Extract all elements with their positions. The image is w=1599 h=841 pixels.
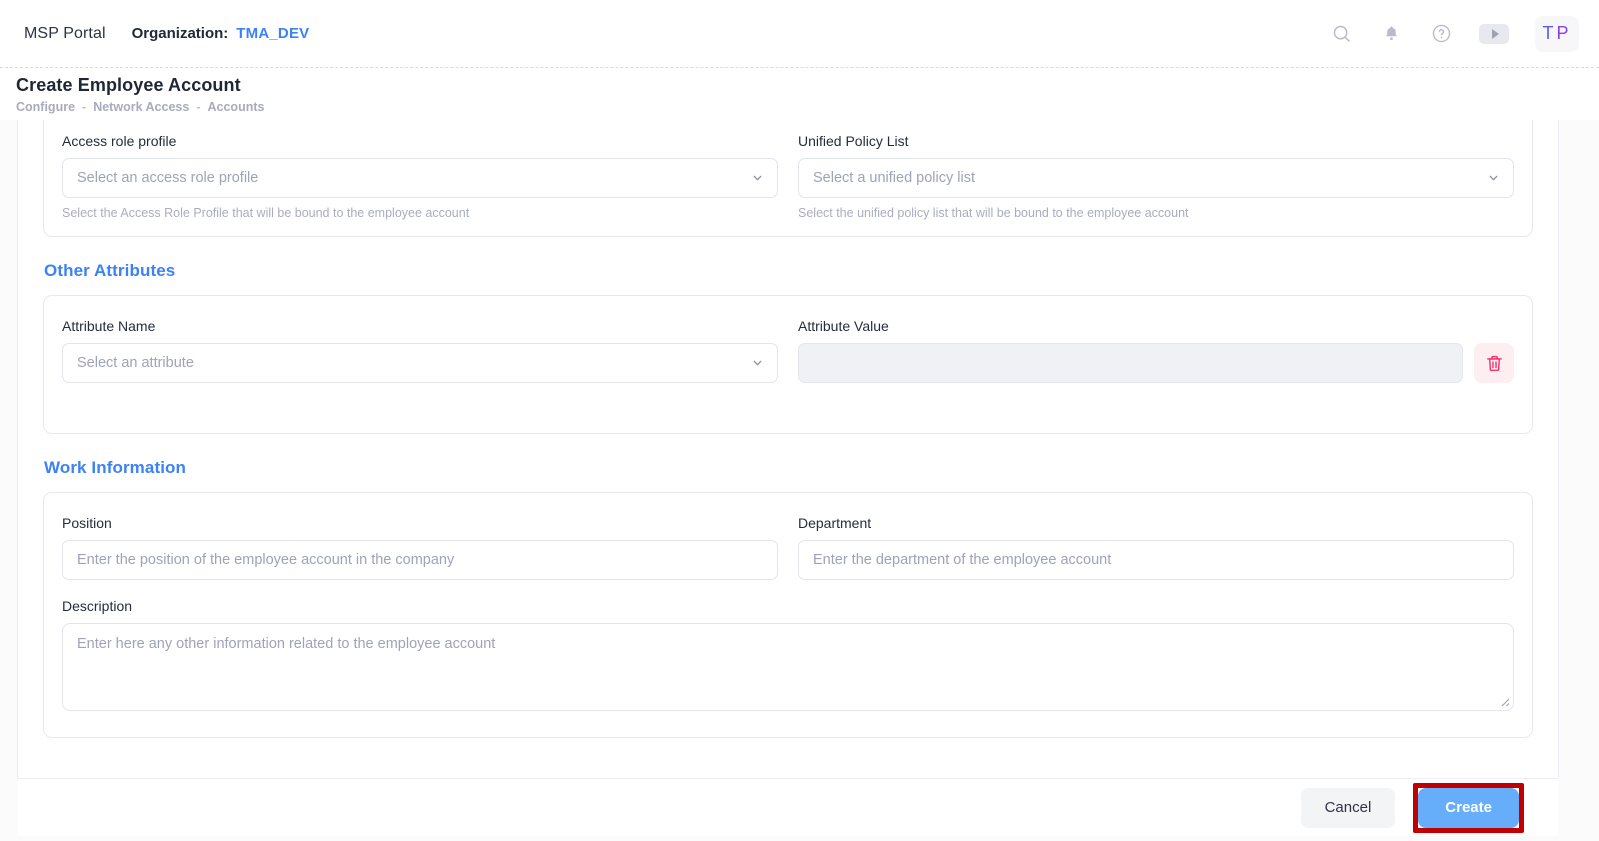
description-placeholder: Enter here any other information related… — [77, 636, 496, 652]
breadcrumb-item-network-access[interactable]: Network Access — [93, 100, 189, 114]
attribute-value-group: Attribute Value — [798, 318, 1514, 383]
topbar-left-group: MSP Portal Organization: TMA_DEV — [0, 25, 309, 43]
attribute-value-label: Attribute Value — [798, 318, 889, 334]
avatar-initial-first: T — [1542, 23, 1557, 43]
attribute-row: Attribute Name Select an attribute Attri… — [44, 318, 1532, 383]
app-root: MSP Portal Organization: TMA_DEV T P Cre… — [0, 0, 1599, 841]
video-play-icon[interactable] — [1479, 23, 1509, 44]
department-placeholder: Enter the department of the employee acc… — [813, 552, 1112, 568]
unified-policy-list-hint: Select the unified policy list that will… — [798, 206, 1189, 220]
help-circle-icon[interactable] — [1429, 22, 1453, 46]
breadcrumb-item-configure[interactable]: Configure — [16, 100, 75, 114]
position-label: Position — [62, 515, 112, 531]
create-button-highlight-wrapper: Create — [1413, 782, 1524, 833]
breadcrumb: Configure - Network Access - Accounts — [16, 100, 1599, 114]
avatar[interactable]: T P — [1535, 15, 1579, 52]
organization-selector[interactable]: Organization: TMA_DEV — [132, 25, 310, 42]
attribute-name-select[interactable]: Select an attribute — [62, 343, 778, 383]
unified-policy-list-group: Unified Policy List Select a unified pol… — [798, 133, 1514, 220]
access-settings-row: Access role profile Select an access rol… — [44, 133, 1532, 220]
page-title: Create Employee Account — [16, 75, 241, 95]
topbar-right-group: T P — [1329, 15, 1599, 52]
attribute-value-row — [798, 343, 1514, 383]
department-group: Department Enter the department of the e… — [798, 515, 1514, 580]
avatar-initial-second: P — [1556, 23, 1572, 43]
access-role-profile-hint: Select the Access Role Profile that will… — [62, 206, 470, 220]
organization-label: Organization: — [131, 25, 229, 42]
access-settings-card: Access role profile Select an access rol… — [43, 120, 1533, 237]
work-info-row: Position Enter the position of the emplo… — [44, 515, 1532, 580]
attribute-value-input — [798, 343, 1463, 383]
app-brand-label[interactable]: MSP Portal — [24, 25, 106, 43]
other-attributes-card: Attribute Name Select an attribute Attri… — [43, 295, 1533, 434]
cancel-button[interactable]: Cancel — [1300, 787, 1396, 828]
breadcrumb-separator: - — [196, 100, 201, 114]
form-scroll-region[interactable]: Access role profile Select an access rol… — [0, 120, 1599, 778]
attribute-name-placeholder: Select an attribute — [77, 355, 194, 371]
trash-icon — [1485, 354, 1504, 373]
page-header: Create Employee Account Configure - Netw… — [0, 67, 1599, 120]
create-button[interactable]: Create — [1418, 787, 1519, 828]
description-label: Description — [62, 598, 133, 614]
search-icon[interactable] — [1329, 22, 1353, 46]
attribute-name-group: Attribute Name Select an attribute — [62, 318, 778, 383]
organization-value[interactable]: TMA_DEV — [236, 25, 309, 42]
position-placeholder: Enter the position of the employee accou… — [77, 552, 455, 568]
chevron-down-icon — [751, 172, 764, 185]
other-attributes-title: Other Attributes — [44, 261, 176, 280]
access-role-profile-placeholder: Select an access role profile — [77, 170, 259, 186]
top-navigation-bar: MSP Portal Organization: TMA_DEV T P — [0, 0, 1599, 67]
play-triangle-icon — [1491, 28, 1499, 39]
breadcrumb-item-accounts[interactable]: Accounts — [208, 100, 265, 114]
access-role-profile-label: Access role profile — [62, 133, 177, 149]
resize-handle-icon[interactable] — [1498, 695, 1510, 707]
unified-policy-list-label: Unified Policy List — [798, 133, 909, 149]
unified-policy-list-select[interactable]: Select a unified policy list — [798, 158, 1514, 198]
work-information-title: Work Information — [44, 458, 187, 477]
position-group: Position Enter the position of the emplo… — [62, 515, 778, 580]
description-textarea[interactable]: Enter here any other information related… — [62, 623, 1514, 711]
department-input[interactable]: Enter the department of the employee acc… — [798, 540, 1514, 580]
work-information-card: Position Enter the position of the emplo… — [43, 492, 1533, 738]
access-role-profile-select[interactable]: Select an access role profile — [62, 158, 778, 198]
department-label: Department — [798, 515, 872, 531]
chevron-down-icon — [751, 357, 764, 370]
attribute-name-label: Attribute Name — [62, 318, 156, 334]
delete-attribute-button[interactable] — [1474, 343, 1514, 383]
form-action-footer: Cancel Create — [18, 778, 1558, 836]
form-sheet: Access role profile Select an access rol… — [18, 120, 1558, 778]
breadcrumb-separator: - — [82, 100, 87, 114]
form-inner: Access role profile Select an access rol… — [18, 120, 1558, 738]
right-edge-divider — [1558, 120, 1559, 778]
position-input[interactable]: Enter the position of the employee accou… — [62, 540, 778, 580]
chevron-down-icon — [1487, 172, 1500, 185]
description-group: Description Enter here any other informa… — [44, 580, 1532, 711]
unified-policy-list-placeholder: Select a unified policy list — [813, 170, 975, 186]
access-role-profile-group: Access role profile Select an access rol… — [62, 133, 778, 220]
bell-icon[interactable] — [1379, 22, 1403, 46]
